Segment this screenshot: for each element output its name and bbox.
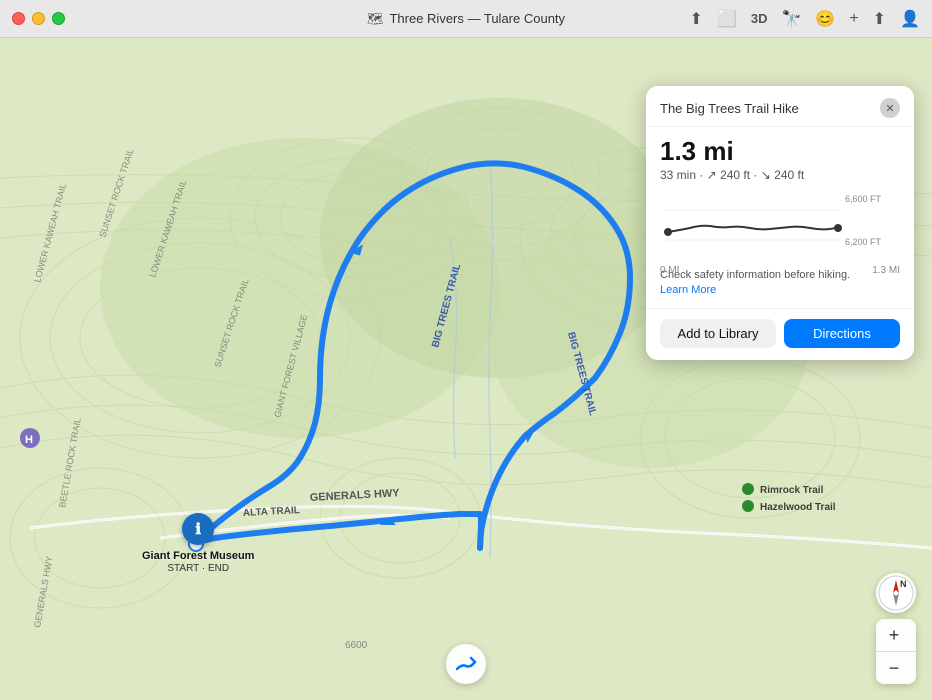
- trail-info-card: The Big Trees Trail Hike ✕ 1.3 mi 33 min…: [646, 86, 914, 360]
- titlebar: 🗺 Three Rivers — Tulare County ⬆ ⬜ 3D 🔭 …: [0, 0, 932, 38]
- learn-more-link[interactable]: Learn More: [660, 284, 716, 296]
- face-icon[interactable]: 😊: [815, 9, 835, 29]
- svg-text:Hazelwood Trail: Hazelwood Trail: [760, 502, 836, 513]
- elevation-low: 6,200 FT: [845, 237, 882, 247]
- map-view-icon[interactable]: ⬜: [717, 9, 737, 29]
- card-header: The Big Trees Trail Hike ✕: [646, 86, 914, 127]
- dist-end: 1.3 MI: [872, 265, 900, 276]
- 3d-label[interactable]: 3D: [751, 11, 768, 26]
- close-button[interactable]: ✕: [880, 98, 900, 118]
- route-icon-button[interactable]: [446, 644, 486, 684]
- svg-text:Rimrock Trail: Rimrock Trail: [760, 485, 824, 496]
- window-title-area: 🗺 Three Rivers — Tulare County: [367, 11, 565, 27]
- elevation-chart: 6,600 FT 6,200 FT 0 MI 1.3 MI: [660, 190, 900, 260]
- close-dot[interactable]: [12, 12, 25, 25]
- map-icon: 🗺: [367, 11, 384, 27]
- window-title: Three Rivers — Tulare County: [389, 11, 565, 26]
- toolbar-right: ⬆ ⬜ 3D 🔭 😊 + ⬆ 👤: [690, 9, 920, 29]
- add-icon[interactable]: +: [849, 10, 858, 28]
- share-icon[interactable]: ⬆: [873, 9, 886, 29]
- elevation-labels-x: 0 MI 1.3 MI: [660, 265, 900, 276]
- svg-text:N: N: [900, 579, 907, 589]
- card-body: 1.3 mi 33 min · ↗ 240 ft · ↘ 240 ft 6,60…: [646, 127, 914, 308]
- museum-name: Giant Forest Museum: [142, 549, 254, 563]
- museum-sub: START · END: [167, 563, 229, 574]
- museum-marker[interactable]: ℹ Giant Forest Museum START · END: [142, 513, 254, 574]
- dist-start: 0 MI: [660, 265, 679, 276]
- location-icon[interactable]: ⬆: [690, 9, 703, 29]
- zoom-out-button[interactable]: −: [876, 652, 912, 684]
- account-icon[interactable]: 👤: [900, 9, 920, 29]
- card-actions: Add to Library Directions: [646, 308, 914, 360]
- compass-button[interactable]: N: [876, 573, 916, 613]
- svg-text:6600: 6600: [345, 640, 368, 651]
- map-container[interactable]: GENERALS HWY ALTA TRAIL BIG TREES TRAIL …: [0, 38, 932, 700]
- distance-details: 33 min · ↗ 240 ft · ↘ 240 ft: [660, 168, 900, 182]
- card-title: The Big Trees Trail Hike: [660, 101, 799, 116]
- zoom-controls: + −: [876, 619, 916, 684]
- zoom-in-button[interactable]: +: [876, 619, 912, 651]
- maximize-dot[interactable]: [52, 12, 65, 25]
- svg-text:H: H: [25, 434, 33, 446]
- museum-icon: ℹ: [182, 513, 214, 545]
- map-controls: N + −: [876, 573, 916, 684]
- elevation-high: 6,600 FT: [845, 194, 882, 204]
- directions-button[interactable]: Directions: [784, 319, 900, 348]
- distance-main: 1.3 mi: [660, 137, 900, 166]
- traffic-lights: [12, 12, 65, 25]
- minimize-dot[interactable]: [32, 12, 45, 25]
- binoculars-icon[interactable]: 🔭: [781, 9, 801, 29]
- add-to-library-button[interactable]: Add to Library: [660, 319, 776, 348]
